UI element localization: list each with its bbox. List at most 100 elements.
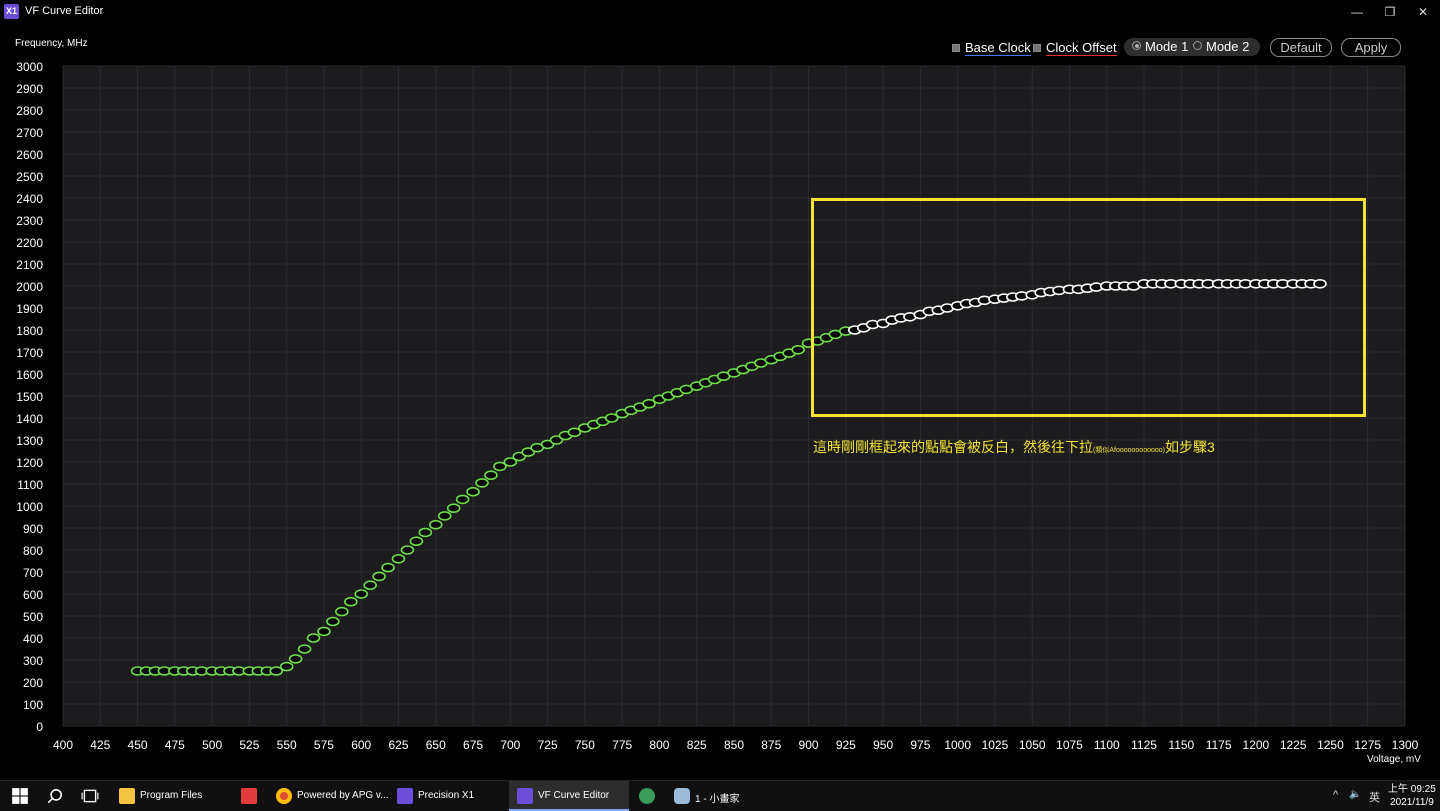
vf-point[interactable] [354,589,369,599]
apply-button[interactable]: Apply [1341,38,1401,57]
y-tick-label: 1000 [16,500,43,514]
x-tick-label: 1225 [1280,738,1307,752]
y-tick-label: 1800 [16,324,43,338]
tray-chevron-icon[interactable]: ^ [1333,789,1338,801]
paint-icon [674,788,690,804]
mode-2-label: Mode 2 [1206,39,1250,54]
y-tick-label: 800 [23,544,43,558]
y-tick-label: 900 [23,522,43,536]
x-tick-label: 750 [575,738,595,752]
x-tick-label: 500 [202,738,222,752]
taskbar-item-paint[interactable]: 1 - 小畫家 [666,781,784,811]
vf-point[interactable] [400,545,415,555]
vf-point[interactable] [335,606,349,617]
mode-1-label: Mode 1 [1145,39,1189,54]
taskbar-item-app[interactable] [233,781,267,811]
y-tick-label: 2800 [16,104,43,118]
radio-empty-icon [1193,41,1202,50]
taskbar-item-program-files[interactable]: Program Files [111,781,231,811]
vf-point[interactable] [791,344,805,355]
vf-point[interactable] [418,527,433,538]
y-tick-label: 700 [23,566,43,580]
x-tick-label: 1075 [1056,738,1083,752]
vf-point[interactable] [455,494,470,505]
x-tick-label: 425 [90,738,110,752]
checkbox-box[interactable] [1033,43,1041,52]
taskbar-item-label: 1 - 小畫家 [695,794,740,805]
vf-point[interactable] [446,503,461,514]
x-tick-label: 1000 [944,738,971,752]
x-axis-label: Voltage, mV [1367,754,1421,765]
chrome-icon [276,788,292,804]
x-tick-label: 825 [687,738,707,752]
y-tick-label: 500 [23,610,43,624]
default-button[interactable]: Default [1270,38,1332,57]
y-tick-label: 2500 [16,170,43,184]
clock-offset-label: Clock Offset [1046,40,1117,56]
x-tick-label: 1125 [1131,738,1157,752]
x-tick-label: 1200 [1243,738,1270,752]
precision-x1-icon [517,788,533,804]
vf-point[interactable] [381,562,395,573]
search-icon[interactable] [46,787,64,805]
vf-point[interactable] [363,580,377,591]
checkbox-box[interactable] [952,43,960,52]
taskbar-item-vf-curve-editor[interactable]: VF Curve Editor [509,781,629,811]
x-tick-label: 650 [426,738,446,752]
y-tick-label: 2300 [16,214,43,228]
mode-1-radio[interactable]: Mode 1 [1132,39,1188,54]
x-tick-label: 1175 [1206,738,1232,752]
selection-highlight-box [811,198,1366,417]
vf-point[interactable] [466,486,480,497]
mode-2-radio[interactable]: Mode 2 [1193,39,1249,54]
x-tick-label: 1150 [1168,738,1194,752]
x-tick-label: 775 [612,738,632,752]
vf-point[interactable] [372,571,386,582]
vf-point[interactable] [288,654,303,664]
x-tick-label: 1025 [982,738,1009,752]
mode-switch: Mode 1 Mode 2 [1124,38,1260,56]
vf-point[interactable] [391,553,406,564]
vf-point[interactable] [475,478,489,488]
task-view-icon[interactable] [81,787,99,805]
taskbar-item-app-2[interactable] [631,781,665,811]
vf-point[interactable] [297,644,312,654]
vf-point[interactable] [428,519,443,530]
x-tick-label: 550 [277,738,297,752]
x-tick-label: 625 [388,738,408,752]
close-button[interactable]: ✕ [1408,2,1438,22]
y-axis-label: Frequency, MHz [15,38,88,49]
restore-button[interactable]: ❐ [1375,2,1405,22]
x-tick-label: 400 [53,738,73,752]
taskbar-item-precision-x1[interactable]: Precision X1 [389,781,507,811]
y-tick-label: 1300 [16,434,43,448]
x-tick-label: 1050 [1019,738,1046,752]
vf-point[interactable] [484,470,498,481]
ime-indicator[interactable]: 英 [1369,789,1380,805]
clock-offset-checkbox[interactable]: Clock Offset [1033,40,1117,56]
speaker-icon[interactable]: 🔈 [1349,789,1361,800]
base-clock-label: Base Clock [965,40,1031,56]
vf-point[interactable] [317,626,331,637]
taskbar-item-chrome[interactable]: Powered by APG v... [268,781,389,811]
y-tick-label: 1700 [16,346,43,360]
taskbar: Program Files Powered by APG v... Precis… [0,780,1440,811]
vf-point[interactable] [326,616,340,627]
annotation-end: 如步驟3 [1165,439,1215,455]
vf-point[interactable] [279,661,294,672]
y-tick-label: 1100 [17,478,43,492]
windows-logo-icon[interactable] [11,787,29,805]
x-tick-label: 475 [165,738,185,752]
minimize-button[interactable]: — [1342,2,1372,22]
vf-point[interactable] [437,511,452,521]
x-tick-label: 975 [910,738,930,752]
base-clock-checkbox[interactable]: Base Clock [952,40,1031,56]
vf-point[interactable] [306,633,321,643]
vf-point[interactable] [343,596,358,607]
taskbar-item-label: Precision X1 [418,790,475,801]
system-clock[interactable]: 上午 09:25 2021/11/9 [1388,783,1436,809]
y-tick-label: 2600 [16,148,43,162]
vf-point[interactable] [409,536,424,547]
x-tick-label: 1100 [1094,738,1120,752]
radio-selected-icon [1132,41,1141,50]
